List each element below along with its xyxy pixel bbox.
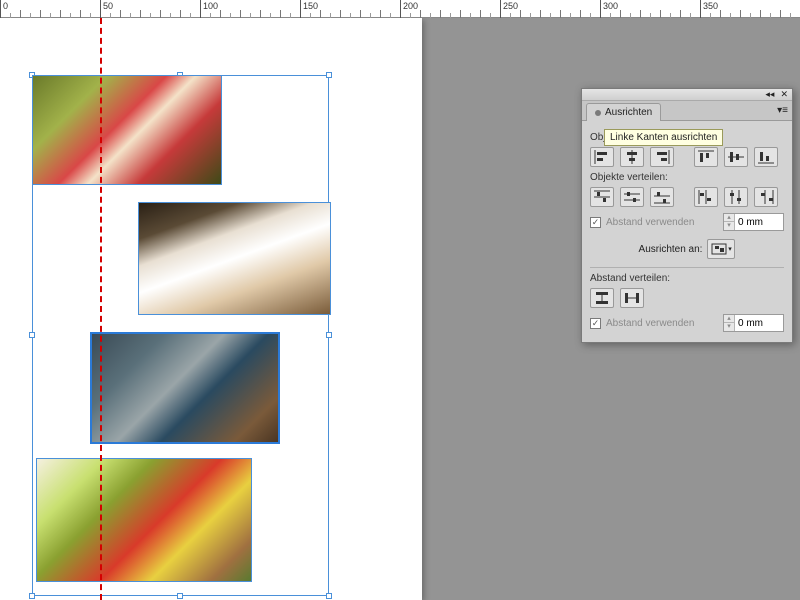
spin-up-icon[interactable]: ▴ [724, 214, 734, 222]
align-vcenter-button[interactable] [724, 147, 748, 167]
workspace: ◂◂ ✕ Ausrichten ▾≡ Objekte ausrichten: L… [0, 18, 800, 600]
dropdown-icon: ▾ [728, 245, 732, 253]
use-spacing-row-2: ✓ Abstand verwenden ▴▾ [590, 314, 784, 332]
align-to-row: Ausrichten an: ▾ [590, 239, 784, 259]
panel-tabs: Ausrichten ▾≡ [582, 101, 792, 121]
checkbox-use-spacing[interactable]: ✓ [590, 318, 601, 329]
panel-menu-icon[interactable]: ▾≡ [777, 105, 788, 116]
align-icons-row: Linke Kanten ausrichten [590, 147, 784, 167]
image-frame[interactable] [138, 202, 331, 315]
ruler-horizontal: 050100150200250300350400 [0, 0, 800, 18]
align-to-label: Ausrichten an: [639, 244, 703, 255]
collapse-icon[interactable]: ◂◂ [765, 89, 774, 100]
divider [590, 267, 784, 268]
close-icon[interactable]: ✕ [780, 89, 788, 100]
distribute-icons-row [590, 187, 784, 207]
document-page[interactable] [0, 18, 422, 600]
resize-handle[interactable] [326, 593, 332, 599]
use-spacing-label: Abstand verwenden [606, 217, 694, 228]
resize-handle[interactable] [326, 332, 332, 338]
spin-down-icon[interactable]: ▾ [724, 222, 734, 230]
spacing-field[interactable] [735, 315, 783, 331]
dist-bottom-button[interactable] [650, 187, 674, 207]
image-placeholder [92, 334, 278, 442]
tab-align[interactable]: Ausrichten [586, 103, 661, 121]
tab-label: Ausrichten [605, 107, 652, 118]
dist-vcenter-button[interactable] [620, 187, 644, 207]
dist-hcenter-button[interactable] [724, 187, 748, 207]
spacing-icons-row [590, 288, 784, 308]
align-left-button[interactable] [590, 147, 614, 167]
spacing-input-2[interactable]: ▴▾ [723, 314, 784, 332]
align-bottom-button[interactable] [754, 147, 778, 167]
resize-handle[interactable] [326, 72, 332, 78]
align-hcenter-button[interactable] [620, 147, 644, 167]
image-frame[interactable] [32, 75, 222, 185]
image-frame[interactable] [90, 332, 280, 444]
tab-indicator-icon [595, 110, 601, 116]
panel-titlebar[interactable]: ◂◂ ✕ [582, 89, 792, 101]
align-top-button[interactable] [694, 147, 718, 167]
spacing-input-1[interactable]: ▴▾ [723, 213, 784, 231]
image-placeholder [139, 203, 330, 314]
dist-left-button[interactable] [694, 187, 718, 207]
use-spacing-row-1: ✓ Abstand verwenden ▴▾ [590, 213, 784, 231]
section-distribute-objects: Objekte verteilen: [590, 172, 784, 183]
vertical-guide[interactable] [100, 18, 102, 600]
panel-body: Objekte ausrichten: Linke Kanten ausrich… [582, 121, 792, 342]
space-h-button[interactable] [620, 288, 644, 308]
align-to-target-button[interactable]: ▾ [707, 239, 735, 259]
use-spacing-label: Abstand verwenden [606, 318, 694, 329]
image-placeholder [37, 459, 251, 581]
spacing-field[interactable] [735, 214, 783, 230]
space-v-button[interactable] [590, 288, 614, 308]
dist-top-button[interactable] [590, 187, 614, 207]
align-panel[interactable]: ◂◂ ✕ Ausrichten ▾≡ Objekte ausrichten: L… [581, 88, 793, 343]
tooltip: Linke Kanten ausrichten [604, 129, 723, 146]
checkbox-use-spacing[interactable]: ✓ [590, 217, 601, 228]
resize-handle[interactable] [29, 332, 35, 338]
spin-down-icon[interactable]: ▾ [724, 323, 734, 331]
resize-handle[interactable] [29, 593, 35, 599]
dist-right-button[interactable] [754, 187, 778, 207]
image-frame[interactable] [36, 458, 252, 582]
resize-handle[interactable] [177, 593, 183, 599]
image-placeholder [33, 76, 221, 184]
spin-up-icon[interactable]: ▴ [724, 315, 734, 323]
section-distribute-spacing: Abstand verteilen: [590, 273, 784, 284]
align-right-button[interactable] [650, 147, 674, 167]
